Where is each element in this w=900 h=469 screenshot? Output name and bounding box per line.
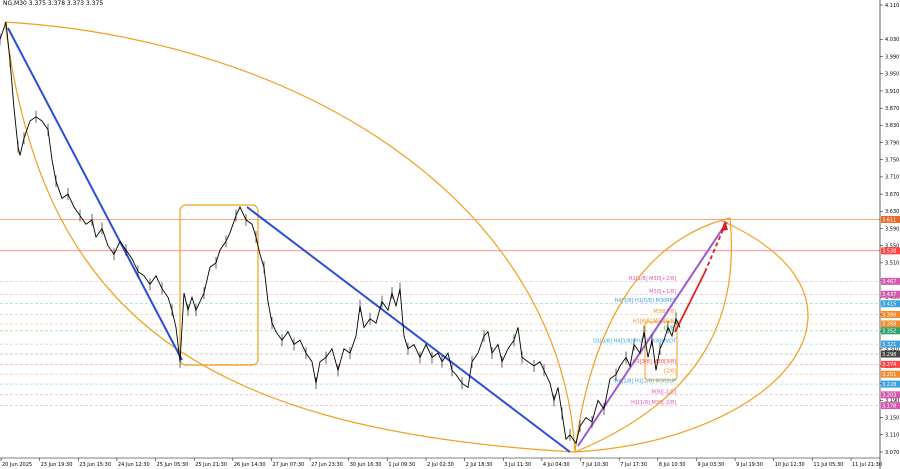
- price-tag-label: 3.390: [882, 312, 896, 318]
- y-tick-label: 3.630: [885, 209, 899, 215]
- fibonacci-arc-outer: [4, 21, 809, 453]
- level-label: H1[8/8] M30[6/8]: [633, 318, 676, 324]
- highlight-box: [179, 204, 259, 366]
- level-label: M30[-1/8]: [652, 389, 676, 395]
- fibonacci-arc-inner: [4, 21, 576, 453]
- x-tick-label: 3 Jul 11:30: [504, 462, 531, 468]
- x-tick-label: 8 Jul 10:30: [659, 462, 686, 468]
- y-tick-label: 3.150: [885, 415, 899, 421]
- x-tick-label: 4 Jul 04:30: [543, 462, 570, 468]
- price-tag-label: 3.368: [882, 322, 896, 328]
- price-tag-label: 3.415: [882, 302, 896, 308]
- trend-line-1: [7, 27, 183, 361]
- y-tick-label: 3.870: [885, 106, 899, 112]
- price-tag-label: 3.203: [882, 393, 896, 399]
- price-chart[interactable]: H1[1/8] M30[+2/8]M30[+1/8]H4[3/8] H1[0/8…: [0, 0, 900, 469]
- y-tick-label: 3.110: [885, 433, 899, 439]
- symbol-label: NG,M30 3.375 3.378 3.373 3.375: [3, 0, 103, 7]
- price-tag-label: 3.178: [882, 403, 896, 409]
- y-tick-label: 3.670: [885, 192, 899, 198]
- time-axis: 20 Jun 2025 23 Jun 19:30 23 Jun 15:30 24 Ju…: [0, 458, 882, 468]
- x-tick-label: 10 Jul 12:30: [775, 462, 805, 468]
- forecast-arrow-head: [721, 220, 728, 231]
- trend-line-2: [246, 206, 571, 453]
- y-tick-label: 4.030: [885, 37, 899, 43]
- x-tick-label: 9 Jul 19:30: [736, 462, 763, 468]
- chart-drawings: [4, 21, 809, 453]
- x-tick-label: 7 Jul 10:30: [582, 462, 609, 468]
- price-tag-label: 3.467: [882, 279, 896, 285]
- x-tick-label: 11 Jul 21:30: [852, 462, 882, 468]
- x-tick-label: 7 Jul 17:30: [620, 462, 647, 468]
- y-tick-label: 3.950: [885, 72, 899, 78]
- x-tick-label: 1 Jul 09:30: [388, 462, 415, 468]
- x-tick-label: 24 Jun 12:30: [118, 462, 150, 468]
- forecast-arrow-dashed: [704, 224, 726, 273]
- y-tick-label: 3.070: [885, 450, 899, 456]
- level-label: H1[1/8] M30[-2/8]: [631, 400, 676, 406]
- y-tick-label: 4.110: [885, 3, 899, 9]
- y-tick-label: 3.710: [885, 175, 899, 181]
- x-tick-label: 11 Jul 05:30: [813, 462, 843, 468]
- price-tag-label: 3.321: [882, 342, 896, 348]
- x-tick-label: 9 Jul 03:30: [697, 462, 724, 468]
- y-tick-label: 3.790: [885, 140, 899, 146]
- x-tick-label: 2 Jul 18:30: [466, 462, 493, 468]
- price-tag-label: 3.538: [882, 249, 896, 255]
- x-tick-label: 23 Jun 15:30: [79, 462, 111, 468]
- price-tag-label: 3.251: [882, 372, 896, 378]
- projection-line: [577, 221, 728, 447]
- level-label: [2/8]: [664, 369, 676, 375]
- x-tick-label: 20 Jun 2025: [2, 462, 32, 468]
- level-label: M30[+1/8]: [649, 289, 676, 295]
- x-tick-label: 26 Jun 14:30: [234, 462, 266, 468]
- x-tick-label: 30 Jun 16:30: [350, 462, 382, 468]
- x-tick-label: 27 Jun 07:30: [272, 462, 304, 468]
- y-tick-label: 3.910: [885, 89, 899, 95]
- price-tag-label: 3.437: [882, 292, 896, 298]
- price-series: [0, 22, 681, 445]
- price-tag-label: 3.274: [882, 362, 896, 368]
- y-tick-label: 3.830: [885, 123, 899, 129]
- y-tick-label: 3.510: [885, 261, 899, 267]
- x-tick-label: 27 Jun 23:30: [311, 462, 343, 468]
- y-tick-label: 3.990: [885, 54, 899, 60]
- y-tick-label: 3.750: [885, 158, 899, 164]
- price-tag-label: 3.611: [882, 217, 896, 223]
- x-tick-label: 25 Jun 21:30: [195, 462, 227, 468]
- price-tag-label: 3.352: [882, 329, 896, 335]
- y-tick-label: 3.590: [885, 226, 899, 232]
- x-tick-label: 23 Jun 19:30: [41, 462, 73, 468]
- price-tag-label: 3.298: [882, 352, 896, 358]
- x-tick-label: 25 Jun 05:30: [157, 462, 189, 468]
- price-tag-label: 3.228: [882, 382, 896, 388]
- forecast-arrow-solid: [674, 271, 706, 333]
- x-tick-label: 2 Jul 02:30: [427, 462, 454, 468]
